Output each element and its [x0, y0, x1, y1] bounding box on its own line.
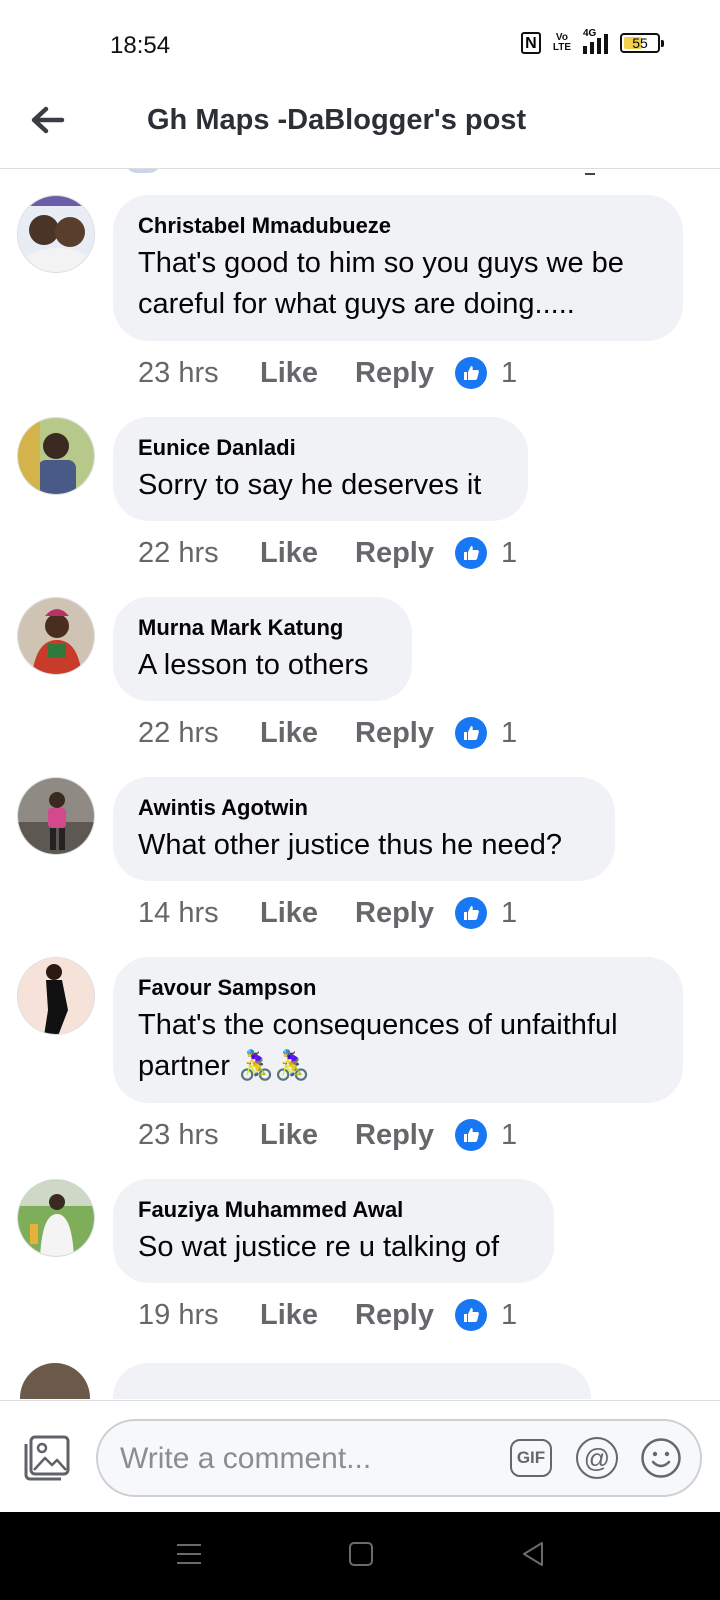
page-title: Gh Maps -DaBlogger's post [147, 104, 527, 136]
like-button[interactable]: Like [260, 357, 355, 390]
comment-time[interactable]: 19 hrs [138, 1299, 260, 1332]
comment-bubble[interactable]: Murna Mark Katung A lesson to others [113, 597, 412, 701]
post-header: Gh Maps -DaBlogger's post [0, 90, 720, 169]
status-icons: N Vo LTE 4G 55 [520, 28, 664, 54]
back-triangle-icon[interactable] [520, 1540, 546, 1568]
comment-actions: 23 hrs Like Reply 1 [138, 1115, 517, 1155]
comment-text: That's the consequences of unfaithful pa… [138, 1009, 618, 1082]
partial-text [585, 169, 595, 175]
like-count[interactable]: 1 [501, 717, 517, 750]
comment-actions: 19 hrs Like Reply 1 [138, 1295, 517, 1335]
comment-actions: 14 hrs Like Reply 1 [138, 893, 517, 933]
volte-icon: Vo LTE [553, 33, 571, 53]
comment-bubble[interactable]: Favour Sampson That's the consequences o… [113, 957, 683, 1103]
partial-comment-bubble [113, 1363, 591, 1399]
battery-icon: 55 [620, 33, 664, 53]
thumbs-up-icon [455, 357, 487, 389]
avatar[interactable] [17, 777, 95, 855]
avatar[interactable] [17, 597, 95, 675]
status-time: 18:54 [110, 32, 171, 59]
comment-time[interactable]: 22 hrs [138, 717, 260, 750]
comment-author[interactable]: Awintis Agotwin [138, 795, 590, 821]
gif-button[interactable]: GIF [510, 1439, 552, 1477]
comment-author[interactable]: Favour Sampson [138, 975, 658, 1001]
like-count[interactable]: 1 [501, 897, 517, 930]
mention-button[interactable]: @ [576, 1437, 618, 1479]
like-button[interactable]: Like [260, 1119, 355, 1152]
comment-input-wrapper: GIF @ [96, 1419, 702, 1497]
thumbs-up-icon [455, 1119, 487, 1151]
reply-button[interactable]: Reply [355, 1299, 455, 1332]
back-arrow-icon[interactable] [28, 100, 68, 140]
comment-bubble[interactable]: Awintis Agotwin What other justice thus … [113, 777, 615, 881]
partial-avatar [20, 1363, 90, 1399]
reply-button[interactable]: Reply [355, 1119, 455, 1152]
comment-text: So wat justice re u talking of [138, 1231, 500, 1263]
photo-icon[interactable] [22, 1433, 72, 1483]
like-count[interactable]: 1 [501, 1299, 517, 1332]
emoji-icon[interactable] [640, 1437, 682, 1479]
like-count[interactable]: 1 [501, 1119, 517, 1152]
comment-list[interactable]: Christabel Mmadubueze That's good to him… [0, 169, 720, 1399]
status-bar: 18:54 N Vo LTE 4G 55 [0, 0, 720, 90]
comment-text: What other justice thus he need? [138, 829, 562, 861]
avatar[interactable] [17, 1179, 95, 1257]
comment-author[interactable]: Eunice Danladi [138, 435, 503, 461]
network-type: 4G [583, 28, 597, 39]
signal-icon: 4G [583, 28, 608, 54]
comment-actions: 22 hrs Like Reply 1 [138, 713, 517, 753]
comment-time[interactable]: 23 hrs [138, 1119, 260, 1152]
comment-text: That's good to him so you guys we be car… [138, 247, 624, 320]
comment-composer: GIF @ [0, 1400, 720, 1513]
avatar[interactable] [17, 195, 95, 273]
comment-time[interactable]: 14 hrs [138, 897, 260, 930]
reply-button[interactable]: Reply [355, 897, 455, 930]
like-button[interactable]: Like [260, 897, 355, 930]
comment-author[interactable]: Murna Mark Katung [138, 615, 387, 641]
like-count[interactable]: 1 [501, 357, 517, 390]
like-button[interactable]: Like [260, 1299, 355, 1332]
reply-button[interactable]: Reply [355, 357, 455, 390]
comment-bubble[interactable]: Eunice Danladi Sorry to say he deserves … [113, 417, 528, 521]
reply-button[interactable]: Reply [355, 717, 455, 750]
system-nav-bar [0, 1512, 720, 1600]
comment-time[interactable]: 23 hrs [138, 357, 260, 390]
avatar[interactable] [17, 957, 95, 1035]
comment-author[interactable]: Fauziya Muhammed Awal [138, 1197, 529, 1223]
comment-actions: 23 hrs Like Reply 1 [138, 353, 517, 393]
thumbs-up-icon [455, 1299, 487, 1331]
like-button[interactable]: Like [260, 537, 355, 570]
menu-icon[interactable] [176, 1542, 202, 1566]
comment-bubble[interactable]: Christabel Mmadubueze That's good to him… [113, 195, 683, 341]
home-icon[interactable] [349, 1542, 373, 1566]
thumbs-up-icon [455, 537, 487, 569]
avatar[interactable] [17, 417, 95, 495]
comment-text: A lesson to others [138, 649, 369, 681]
battery-level: 55 [632, 35, 648, 51]
nfc-icon: N [520, 32, 541, 54]
volte-bottom: LTE [552, 42, 571, 53]
partial-avatar [125, 169, 161, 173]
comment-text: Sorry to say he deserves it [138, 469, 482, 501]
comment-bubble[interactable]: Fauziya Muhammed Awal So wat justice re … [113, 1179, 554, 1283]
thumbs-up-icon [455, 717, 487, 749]
comment-time[interactable]: 22 hrs [138, 537, 260, 570]
comment-author[interactable]: Christabel Mmadubueze [138, 213, 658, 239]
like-count[interactable]: 1 [501, 537, 517, 570]
like-button[interactable]: Like [260, 717, 355, 750]
comment-input[interactable] [118, 1435, 492, 1483]
comment-actions: 22 hrs Like Reply 1 [138, 533, 517, 573]
thumbs-up-icon [455, 897, 487, 929]
reply-button[interactable]: Reply [355, 537, 455, 570]
